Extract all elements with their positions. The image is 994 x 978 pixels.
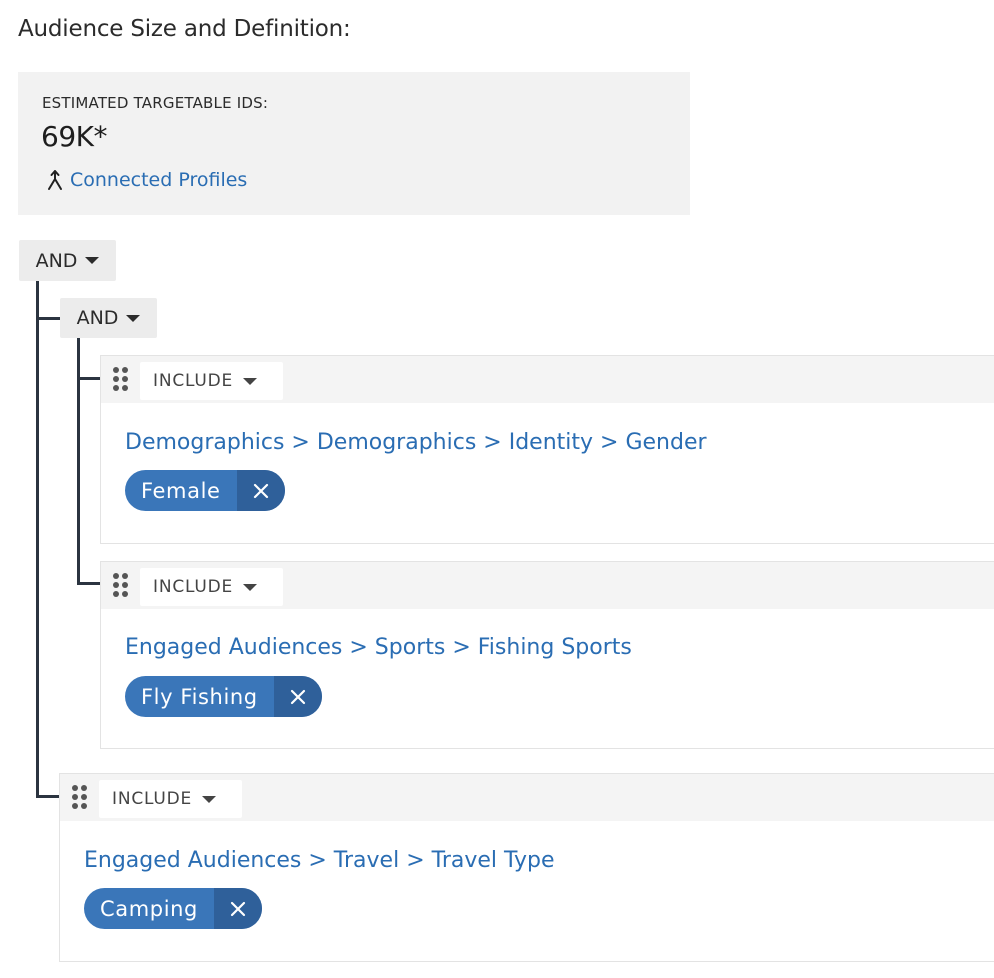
criterion-header: INCLUDE (101, 356, 994, 403)
root-branch-to-criterion-3 (36, 795, 60, 798)
criterion-header: INCLUDE (101, 562, 994, 609)
close-icon (253, 483, 268, 498)
estimated-ids-label: ESTIMATED TARGETABLE IDS: (42, 94, 269, 112)
nested-operator-label: AND (76, 307, 119, 329)
nested-branch-to-criterion-2 (77, 582, 100, 585)
nested-branch-to-criterion-1 (77, 377, 100, 380)
root-operator-dropdown[interactable]: AND (19, 240, 116, 281)
close-icon (290, 689, 305, 704)
include-mode-dropdown[interactable]: INCLUDE (99, 780, 242, 818)
remove-chip-button[interactable] (236, 470, 285, 511)
include-mode-label: INCLUDE (153, 371, 234, 391)
selected-value-chip: Camping (84, 888, 262, 929)
root-branch-to-nested (36, 317, 60, 320)
remove-chip-button[interactable] (273, 676, 322, 717)
caret-down-icon (202, 795, 217, 803)
chip-label: Camping (100, 896, 198, 921)
remove-chip-button[interactable] (214, 888, 262, 929)
drag-handle-icon[interactable] (113, 573, 129, 597)
estimated-ids-value: 69K* (41, 120, 108, 153)
include-mode-dropdown[interactable]: INCLUDE (140, 568, 283, 606)
root-tree-line (36, 281, 39, 798)
criterion-card: INCLUDE Engaged Audiences > Sports > Fis… (100, 561, 994, 749)
include-mode-label: INCLUDE (153, 577, 234, 597)
nested-tree-line (77, 338, 80, 585)
caret-down-icon (126, 314, 141, 322)
connected-profiles-link[interactable]: Connected Profiles (46, 169, 247, 191)
nested-operator-dropdown[interactable]: AND (60, 298, 157, 338)
include-mode-dropdown[interactable]: INCLUDE (140, 362, 283, 400)
connected-profiles-label: Connected Profiles (70, 169, 248, 191)
drag-handle-icon[interactable] (113, 367, 129, 391)
audience-size-panel: ESTIMATED TARGETABLE IDS: 69K* Connected… (18, 72, 690, 215)
drag-handle-icon[interactable] (72, 785, 88, 809)
section-title: Audience Size and Definition: (18, 16, 351, 42)
criterion-path-link[interactable]: Engaged Audiences > Sports > Fishing Spo… (125, 635, 632, 660)
criterion-header: INCLUDE (60, 774, 994, 821)
selected-value-chip: Fly Fishing (125, 676, 322, 717)
close-icon (230, 901, 246, 916)
criterion-path-link[interactable]: Demographics > Demographics > Identity >… (125, 430, 707, 455)
merge-icon (46, 169, 64, 191)
criterion-path-link[interactable]: Engaged Audiences > Travel > Travel Type (84, 848, 555, 873)
caret-down-icon (243, 583, 258, 591)
chip-label: Female (141, 478, 221, 503)
criterion-card: INCLUDE Engaged Audiences > Travel > Tra… (59, 773, 994, 962)
root-operator-label: AND (35, 249, 78, 272)
criterion-card: INCLUDE Demographics > Demographics > Id… (100, 355, 994, 544)
chip-label: Fly Fishing (141, 684, 258, 709)
caret-down-icon (243, 377, 258, 385)
selected-value-chip: Female (125, 470, 285, 511)
include-mode-label: INCLUDE (112, 789, 193, 809)
caret-down-icon (85, 257, 100, 264)
